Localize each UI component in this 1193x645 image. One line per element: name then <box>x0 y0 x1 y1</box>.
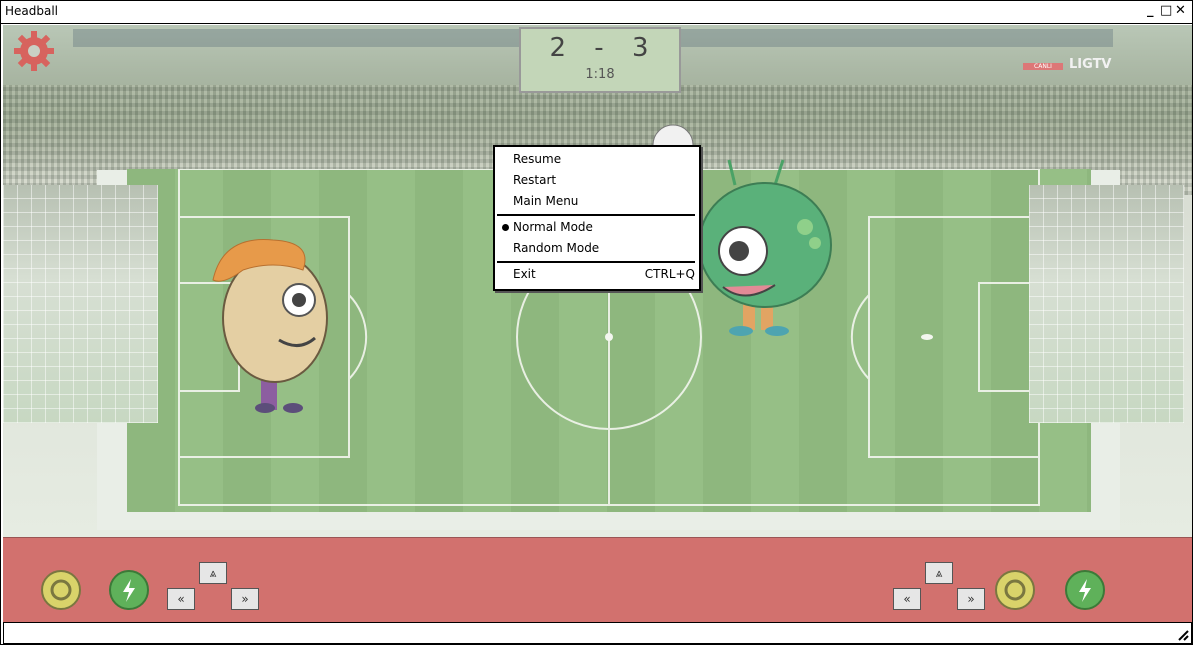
maximize-button[interactable]: □ <box>1160 3 1172 18</box>
menu-item-random-mode[interactable]: Random Mode <box>495 238 699 258</box>
lightning-icon <box>123 579 135 602</box>
score-left: 2 <box>549 33 569 63</box>
left-fire-button[interactable] <box>41 570 81 610</box>
ball <box>652 124 694 147</box>
right-fire-button[interactable] <box>995 570 1035 610</box>
fire-icon <box>50 579 72 601</box>
controls-panel: ⩓ « » ⩓ « » <box>3 537 1192 622</box>
right-left-key[interactable]: « <box>893 588 921 610</box>
minimize-button[interactable]: _ <box>1147 3 1154 18</box>
window-title: Headball <box>5 4 59 18</box>
left-player <box>212 239 328 413</box>
scoreboard: 2 - 3 1:18 <box>519 27 681 93</box>
resize-grip-icon[interactable] <box>1177 629 1189 641</box>
right-right-key[interactable]: » <box>957 588 985 610</box>
score-display: 2 - 3 <box>521 33 679 63</box>
right-power-button[interactable] <box>1065 570 1105 610</box>
menu-item-label: Restart <box>513 173 557 187</box>
menu-item-shortcut: CTRL+Q <box>644 267 695 281</box>
right-up-key[interactable]: ⩓ <box>925 562 953 584</box>
right-player <box>698 159 832 336</box>
game-window: Headball _ □ ✕ 2 - 3 1:18 CANLI LIGTV ⩓ … <box>0 0 1193 645</box>
menu-item-main-menu[interactable]: Main Menu <box>495 191 699 211</box>
score-right: 3 <box>631 33 651 63</box>
left-up-key[interactable]: ⩓ <box>199 562 227 584</box>
right-goal <box>1029 185 1184 423</box>
menu-item-restart[interactable]: Restart <box>495 170 699 190</box>
menu-item-label: Resume <box>513 152 562 166</box>
score-dash: - <box>594 33 606 63</box>
left-power-button[interactable] <box>109 570 149 610</box>
live-badge: CANLI <box>1023 63 1063 70</box>
match-time: 1:18 <box>585 67 615 82</box>
settings-gear-icon[interactable] <box>13 30 55 72</box>
channel-logo: LIGTV <box>1069 57 1112 72</box>
menu-item-label: Random Mode <box>513 241 600 255</box>
pause-menu: Resume Restart Main Menu Normal Mode Ran… <box>493 145 701 291</box>
menu-item-normal-mode[interactable]: Normal Mode <box>495 217 699 237</box>
menu-item-label: Main Menu <box>513 194 579 208</box>
close-button[interactable]: ✕ <box>1175 3 1186 18</box>
radio-selected-icon <box>502 224 509 231</box>
left-right-key[interactable]: » <box>231 588 259 610</box>
menu-item-label: Exit <box>513 267 536 281</box>
title-bar: Headball _ □ ✕ <box>1 1 1192 24</box>
menu-separator <box>497 214 695 216</box>
menu-separator <box>497 261 695 263</box>
menu-item-resume[interactable]: Resume <box>495 149 699 169</box>
left-left-key[interactable]: « <box>167 588 195 610</box>
status-bar <box>3 622 1192 644</box>
lightning-icon <box>1079 579 1091 602</box>
menu-item-label: Normal Mode <box>513 220 593 234</box>
left-goal <box>3 185 158 423</box>
fire-icon <box>1004 579 1026 601</box>
menu-item-exit[interactable]: Exit CTRL+Q <box>495 264 699 284</box>
